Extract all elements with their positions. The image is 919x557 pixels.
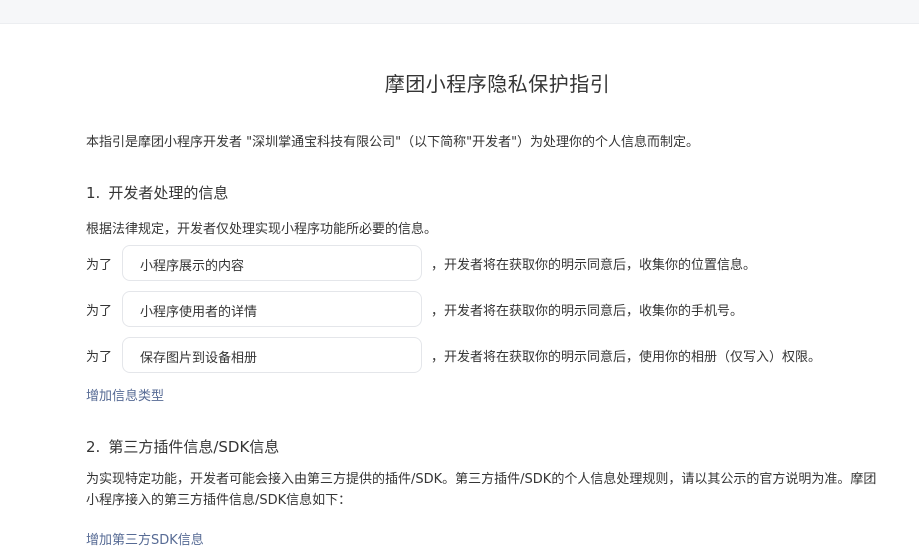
page-title: 摩团小程序隐私保护指引 [384,72,611,96]
row-description: ，开发者将在获取你的明示同意后，收集你的手机号。 [431,304,744,319]
info-row: 为了 小程序展示的内容 ，开发者将在获取你的明示同意后，收集你的位置信息。 [86,245,906,281]
add-info-type-link[interactable]: 增加信息类型 [86,385,164,404]
row-description: ，开发者将在获取你的明示同意后，使用你的相册（仅写入）权限。 [431,350,822,365]
purpose-input[interactable]: 保存图片到设备相册 [122,337,422,373]
section-2-paragraph: 为实现特定功能，开发者可能会接入由第三方提供的插件/SDK。第三方插件/SDK的… [86,472,877,508]
section-1-number: 1. [86,184,101,202]
section-1-title: 开发者处理的信息 [108,184,229,202]
add-third-party-sdk-link[interactable]: 增加第三方SDK信息 [86,529,204,548]
row-prefix: 为了 [86,258,113,273]
section-2-heading: 2. 第三方插件信息/SDK信息 [86,436,279,457]
row-prefix: 为了 [86,350,113,365]
section-2-title: 第三方插件信息/SDK信息 [108,438,280,456]
intro-text: 本指引是摩团小程序开发者 "深圳掌通宝科技有限公司"（以下简称"开发者"）为处理… [86,135,700,150]
top-bar [0,0,919,24]
info-row: 为了 小程序使用者的详情 ，开发者将在获取你的明示同意后，收集你的手机号。 [86,291,906,327]
purpose-input[interactable]: 小程序展示的内容 [122,245,422,281]
section-2-number: 2. [86,438,101,456]
section-1-description: 根据法律规定，开发者仅处理实现小程序功能所必要的信息。 [86,222,438,237]
row-description: ，开发者将在获取你的明示同意后，收集你的位置信息。 [431,258,757,273]
info-row: 为了 保存图片到设备相册 ，开发者将在获取你的明示同意后，使用你的相册（仅写入）… [86,337,906,373]
section-1-heading: 1. 开发者处理的信息 [86,182,228,203]
purpose-input[interactable]: 小程序使用者的详情 [122,291,422,327]
row-prefix: 为了 [86,304,113,319]
